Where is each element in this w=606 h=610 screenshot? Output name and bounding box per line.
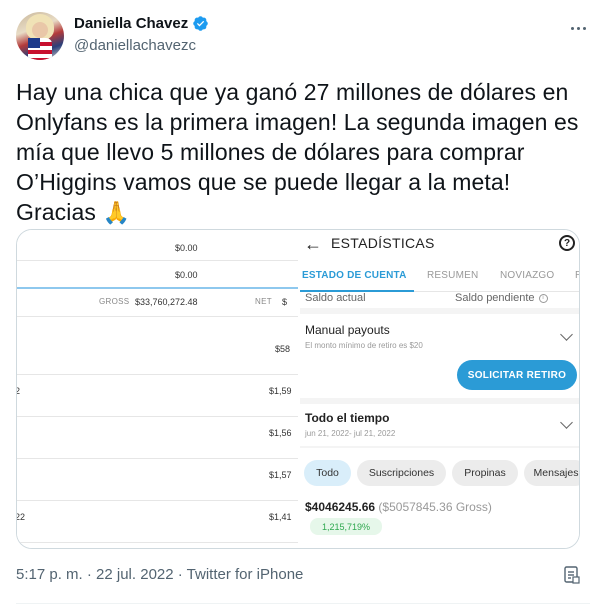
media-image-1[interactable]: $0.00 $0.00 GROSS $33,760,272.48 NET $ $… — [17, 230, 298, 548]
tweet-header: Daniella Chavez @daniellachavezc — [16, 12, 590, 64]
saldo-actual: Saldo actual — [305, 292, 366, 304]
avatar[interactable] — [16, 12, 64, 60]
author-handle[interactable]: @daniellachavezc — [74, 37, 196, 54]
media-image-2[interactable]: ← ESTADÍSTICAS ? ESTADO DE CUENTA RESUME… — [300, 230, 579, 548]
info-icon[interactable]: i — [538, 293, 548, 303]
stats-header: ← ESTADÍSTICAS ? — [300, 230, 579, 260]
gross-value: $33,760,272.48 — [135, 297, 198, 307]
withdraw-button[interactable]: SOLICITAR RETIRO — [457, 360, 577, 390]
tab-more[interactable]: R — [575, 270, 579, 281]
tweet-timestamp[interactable]: 5:17 p. m. · 22 jul. 2022 · Twitter for … — [16, 566, 303, 583]
net-value: $ — [282, 297, 288, 307]
tab-noviazgo[interactable]: NOVIAZGO — [500, 270, 554, 281]
folded-hands-emoji: 🙏 — [102, 200, 130, 225]
chip-mensajes[interactable]: Mensajes — [524, 460, 579, 486]
chip-suscripciones[interactable]: Suscripciones — [357, 460, 446, 486]
manual-payouts-title: Manual payouts — [305, 323, 390, 337]
percent-badge: 1,215,719% — [310, 518, 383, 535]
tweet-body: Hay una chica que ya ganó 27 millones de… — [16, 79, 579, 225]
saldo-pendiente: Saldo pendiente — [455, 292, 535, 304]
author-name-row: Daniella Chavez — [74, 15, 209, 32]
stats-title: ESTADÍSTICAS — [331, 235, 435, 251]
divider — [16, 603, 590, 604]
chip-propinas[interactable]: Propinas — [452, 460, 518, 486]
chip-todo[interactable]: Todo — [304, 460, 351, 486]
verified-badge-icon — [193, 16, 208, 31]
amount-net: $4046245.66 — [305, 500, 376, 514]
tab-estado-de-cuenta[interactable]: ESTADO DE CUENTA — [302, 270, 407, 281]
earnings-amount: $4046245.66 ($5057845.36 Gross) — [305, 500, 492, 514]
left-value-1: $0.00 — [175, 243, 198, 253]
author-name[interactable]: Daniella Chavez — [74, 15, 188, 32]
chevron-down-icon[interactable] — [560, 328, 573, 341]
amount-gross: ($5057845.36 Gross) — [378, 500, 492, 514]
period-range: jun 21, 2022- jul 21, 2022 — [305, 429, 396, 438]
stats-tabs: ESTADO DE CUENTA RESUMEN NOVIAZGO R — [300, 262, 579, 292]
help-icon[interactable]: ? — [559, 235, 575, 251]
period-title: Todo el tiempo — [305, 411, 390, 425]
tab-resumen[interactable]: RESUMEN — [427, 270, 478, 281]
minimum-note: El monto mínimo de retiro es $20 — [305, 341, 423, 350]
back-arrow-icon[interactable]: ← — [304, 234, 322, 255]
tweet-media[interactable]: $0.00 $0.00 GROSS $33,760,272.48 NET $ $… — [16, 229, 580, 549]
more-options-icon[interactable] — [568, 18, 588, 38]
left-value-2: $0.00 — [175, 270, 198, 280]
saldo-pendiente-wrap: Saldo pendiente i — [455, 292, 548, 304]
chevron-down-icon[interactable] — [560, 416, 573, 429]
gross-label: GROSS — [99, 297, 130, 306]
net-label: NET — [255, 297, 272, 306]
tweet-text: Hay una chica que ya ganó 27 millones de… — [16, 77, 588, 228]
analytics-icon[interactable] — [564, 566, 580, 584]
